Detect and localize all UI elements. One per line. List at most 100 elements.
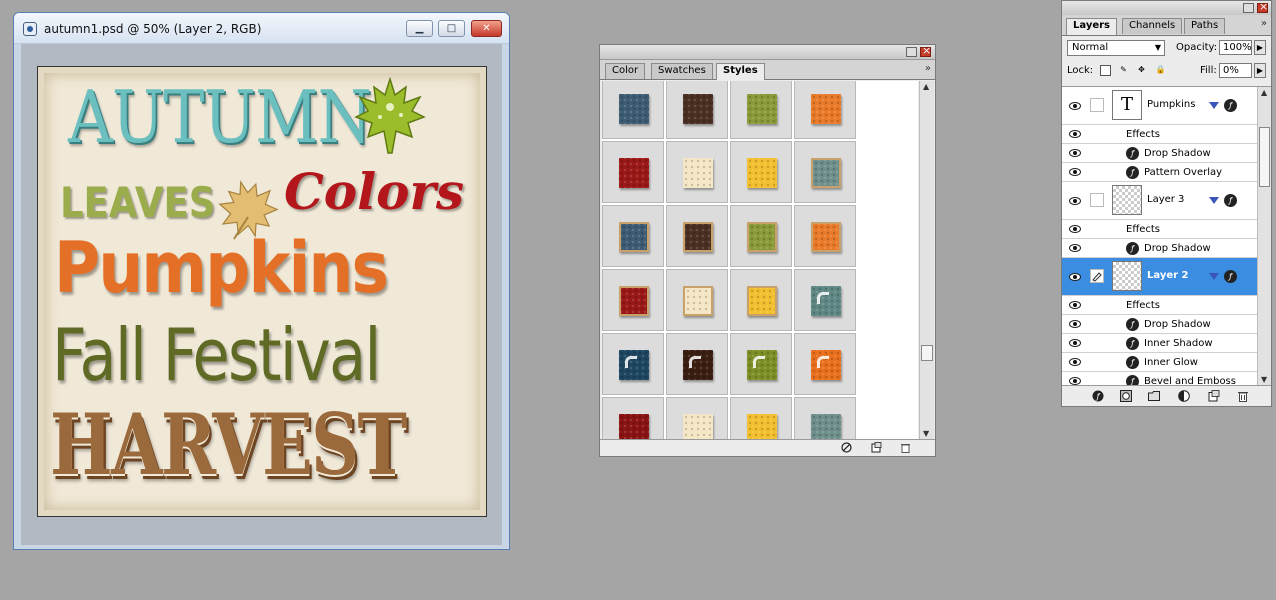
close-button[interactable]: ✕ xyxy=(471,20,502,37)
delete-style-icon[interactable] xyxy=(900,442,911,453)
style-swatch[interactable] xyxy=(683,94,713,124)
style-swatch-cell[interactable] xyxy=(794,141,856,203)
lock-transparency-icon[interactable] xyxy=(1100,65,1111,76)
style-swatch[interactable] xyxy=(811,350,841,380)
style-swatch[interactable] xyxy=(619,94,649,124)
style-swatch-cell[interactable] xyxy=(730,205,792,267)
fill-slider-button[interactable]: ▶ xyxy=(1254,63,1266,78)
tab-paths[interactable]: Paths xyxy=(1184,18,1226,34)
add-layer-mask-icon[interactable] xyxy=(1120,390,1132,402)
style-swatch[interactable] xyxy=(811,94,841,124)
style-swatch-cell[interactable] xyxy=(666,269,728,331)
effects-toggle-icon[interactable] xyxy=(1209,197,1219,204)
style-swatch[interactable] xyxy=(811,286,841,316)
style-swatch[interactable] xyxy=(683,158,713,188)
eye-visibility-icon[interactable] xyxy=(1069,196,1083,206)
effect-row[interactable]: ƒ Bevel and Emboss xyxy=(1062,372,1257,385)
eye-visibility-icon[interactable] xyxy=(1069,224,1083,234)
eye-visibility-icon[interactable] xyxy=(1069,376,1083,385)
style-swatch[interactable] xyxy=(747,414,777,439)
eye-visibility-icon[interactable] xyxy=(1069,357,1083,367)
new-group-icon[interactable] xyxy=(1148,390,1160,402)
add-layer-style-icon[interactable]: ƒ xyxy=(1092,390,1104,402)
eye-visibility-icon[interactable] xyxy=(1069,272,1083,282)
layer-link-box[interactable] xyxy=(1090,193,1104,207)
effects-header-row[interactable]: Effects xyxy=(1062,125,1257,144)
style-swatch-cell[interactable] xyxy=(602,205,664,267)
effect-row[interactable]: ƒ Pattern Overlay xyxy=(1062,163,1257,182)
style-swatch[interactable] xyxy=(747,94,777,124)
layers-palette-titlebar[interactable] xyxy=(1062,0,1271,16)
new-layer-icon[interactable] xyxy=(1208,390,1220,402)
styles-scrollbar[interactable]: ▲ ▼ xyxy=(919,81,934,439)
style-swatch[interactable] xyxy=(811,158,841,188)
fill-field[interactable]: 0% xyxy=(1219,63,1252,78)
style-swatch-cell[interactable] xyxy=(666,81,728,139)
new-adjustment-layer-icon[interactable] xyxy=(1178,390,1190,402)
style-swatch[interactable] xyxy=(747,222,777,252)
layers-menu-icon[interactable]: » xyxy=(1261,18,1267,29)
style-swatch-cell[interactable] xyxy=(602,269,664,331)
layers-scroll-up-icon[interactable]: ▲ xyxy=(1261,88,1267,97)
eye-visibility-icon[interactable] xyxy=(1069,338,1083,348)
brush-icon[interactable] xyxy=(1090,269,1104,283)
style-swatch[interactable] xyxy=(747,350,777,380)
effect-row[interactable]: ƒ Inner Shadow xyxy=(1062,334,1257,353)
style-swatch-cell[interactable] xyxy=(730,141,792,203)
tab-color[interactable]: Color xyxy=(605,63,646,79)
tab-channels[interactable]: Channels xyxy=(1122,18,1183,34)
scroll-up-icon[interactable]: ▲ xyxy=(923,82,929,91)
style-swatch[interactable] xyxy=(811,414,841,439)
styles-scroll-thumb[interactable] xyxy=(921,345,933,361)
style-swatch-cell[interactable] xyxy=(602,333,664,395)
minimize-button[interactable]: ▁ xyxy=(406,20,433,37)
opacity-slider-button[interactable]: ▶ xyxy=(1254,40,1266,55)
style-swatch[interactable] xyxy=(683,222,713,252)
style-swatch[interactable] xyxy=(683,286,713,316)
effect-row[interactable]: ƒ Drop Shadow xyxy=(1062,315,1257,334)
style-swatch-cell[interactable] xyxy=(666,205,728,267)
document-titlebar[interactable]: autumn1.psd @ 50% (Layer 2, RGB) ▁ □ ✕ xyxy=(14,13,509,44)
palette-menu-icon[interactable]: » xyxy=(925,63,931,74)
tab-swatches[interactable]: Swatches xyxy=(651,63,713,79)
style-swatch-cell[interactable] xyxy=(794,269,856,331)
style-swatch-cell[interactable] xyxy=(666,141,728,203)
style-swatch-cell[interactable] xyxy=(666,397,728,439)
scroll-down-icon[interactable]: ▼ xyxy=(923,429,929,438)
style-swatch-cell[interactable] xyxy=(602,141,664,203)
effects-toggle-icon[interactable] xyxy=(1209,273,1219,280)
layer-thumbnail[interactable] xyxy=(1112,261,1142,291)
style-swatch-cell[interactable] xyxy=(794,397,856,439)
style-swatch-cell[interactable] xyxy=(730,333,792,395)
style-swatch[interactable] xyxy=(747,158,777,188)
effect-row[interactable]: ƒ Drop Shadow xyxy=(1062,239,1257,258)
maximize-button[interactable]: □ xyxy=(438,20,465,37)
palette-close-button[interactable] xyxy=(920,44,931,57)
lock-all-icon[interactable]: 🔒 xyxy=(1155,65,1166,76)
effects-toggle-icon[interactable] xyxy=(1209,102,1219,109)
lock-image-pixels-icon[interactable]: ✎ xyxy=(1118,65,1129,76)
style-swatch[interactable] xyxy=(619,286,649,316)
new-style-icon[interactable] xyxy=(871,442,882,453)
artwork-canvas[interactable]: AUTUMN LEAVES Colors Pumpkins Fall Festi… xyxy=(37,66,487,517)
layer-name[interactable]: Pumpkins xyxy=(1147,99,1195,110)
style-swatch[interactable] xyxy=(683,414,713,439)
style-swatch[interactable] xyxy=(683,350,713,380)
canvas-area[interactable]: AUTUMN LEAVES Colors Pumpkins Fall Festi… xyxy=(21,44,502,545)
style-swatch[interactable] xyxy=(619,222,649,252)
layer-thumbnail[interactable] xyxy=(1112,185,1142,215)
tab-styles[interactable]: Styles xyxy=(716,63,765,80)
style-swatch-cell[interactable] xyxy=(730,397,792,439)
eye-visibility-icon[interactable] xyxy=(1069,148,1083,158)
style-swatch-cell[interactable] xyxy=(666,333,728,395)
blend-mode-select[interactable]: Normal ▼ xyxy=(1067,40,1165,56)
style-swatch-cell[interactable] xyxy=(794,81,856,139)
style-swatch-cell[interactable] xyxy=(602,397,664,439)
layer-row[interactable]: T Pumpkins ƒ xyxy=(1062,87,1257,125)
layer-row[interactable]: Layer 2 ƒ xyxy=(1062,258,1257,296)
opacity-field[interactable]: 100% xyxy=(1219,40,1252,55)
tab-layers[interactable]: Layers xyxy=(1066,18,1117,35)
layer-name[interactable]: Layer 3 xyxy=(1147,194,1184,205)
style-swatch[interactable] xyxy=(811,222,841,252)
eye-visibility-icon[interactable] xyxy=(1069,167,1083,177)
